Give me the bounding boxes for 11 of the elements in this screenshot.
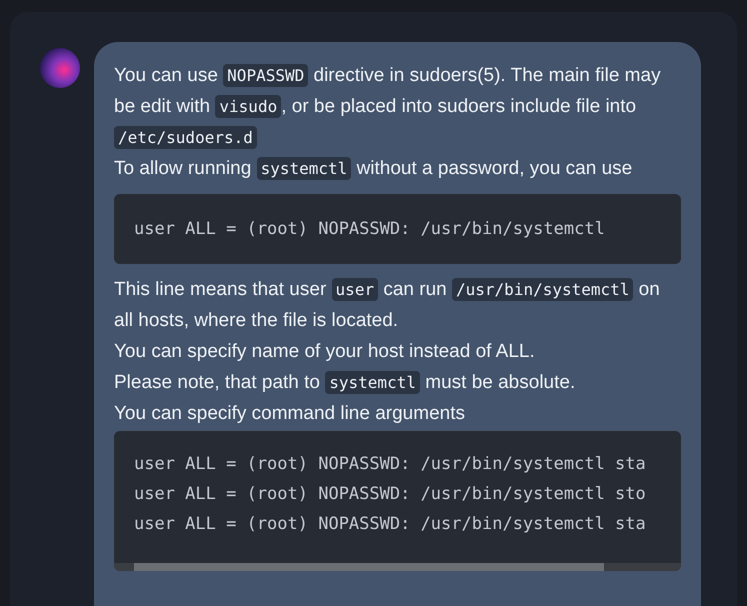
- message-text: To allow running systemctl without a password, you can use: [114, 156, 634, 182]
- horizontal-scrollbar[interactable]: [114, 563, 681, 571]
- message-text: You can specify command line arguments: [114, 402, 466, 426]
- message-text: Please note, that path to systemctl must be absolute.: [114, 370, 576, 396]
- code-line: user ALL = (root) NOPASSWD: /usr/bin/systemctl sta: [134, 453, 647, 476]
- code-line: user ALL = (root) NOPASSWD: /usr/bin/systemctl: [134, 218, 606, 241]
- message-text: This line means that user user can run /usr/bin/systemctl on all hosts, where the file is located.: [114, 277, 661, 333]
- message-text: You can specify name of your host instead of ALL.: [114, 340, 536, 364]
- code-line: user ALL = (root) NOPASSWD: /usr/bin/systemctl sto: [134, 483, 647, 506]
- avatar-icon: [40, 48, 80, 88]
- code-line: user ALL = (root) NOPASSWD: /usr/bin/systemctl sta: [134, 513, 647, 536]
